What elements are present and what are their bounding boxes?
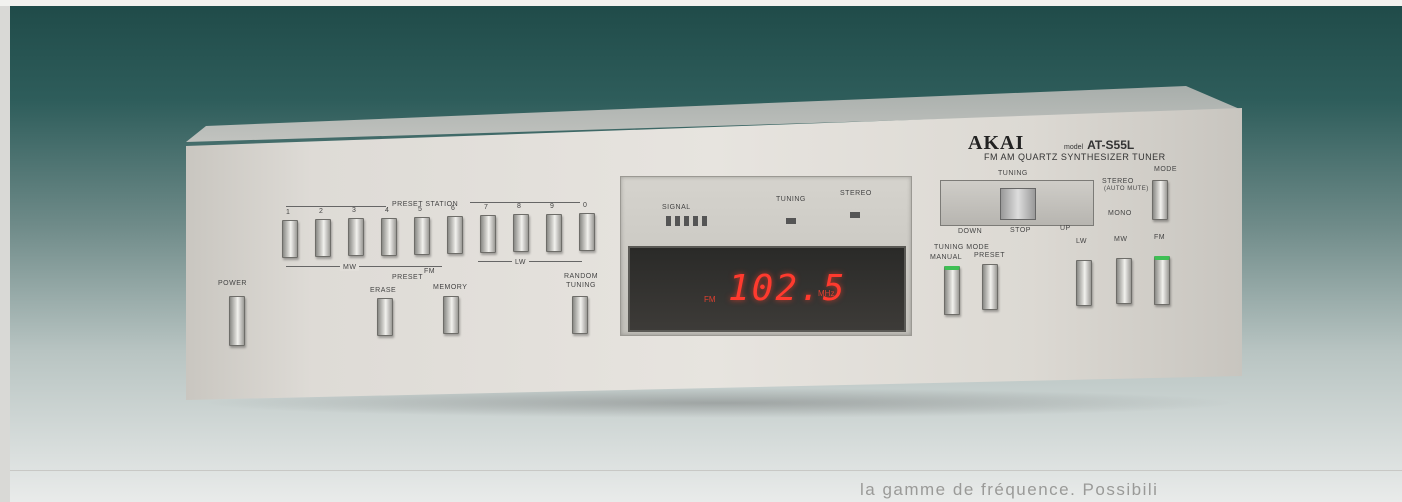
- tuning-down-label: DOWN: [958, 228, 983, 235]
- preset-number-label: 1: [286, 209, 291, 216]
- manual-button[interactable]: [944, 266, 960, 315]
- frequency-unit: MHz: [818, 289, 835, 298]
- mw-range-rule: [286, 266, 442, 267]
- preset-station-button[interactable]: [447, 216, 463, 254]
- stereo-indicator: [850, 212, 860, 218]
- preset-station-button[interactable]: [480, 215, 496, 254]
- signal-meter-bar: [684, 216, 689, 226]
- signal-meter-bar: [702, 216, 707, 226]
- page-caption: la gamme de fréquence. Possibili: [860, 480, 1159, 499]
- power-label: POWER: [218, 280, 247, 287]
- band-indicator: FM: [704, 295, 716, 304]
- preset-station-button[interactable]: [282, 220, 298, 258]
- erase-button[interactable]: [377, 298, 393, 336]
- preset-label: PRESET: [392, 274, 424, 281]
- mw-range-label: MW: [340, 264, 360, 271]
- random-tuning-label: RANDOM TUNING: [563, 273, 599, 289]
- signal-meter-bar: [675, 216, 680, 226]
- tuning-mode-label: TUNING MODE: [934, 244, 990, 251]
- signal-label: SIGNAL: [662, 204, 691, 211]
- preset-number-label: 3: [352, 207, 357, 215]
- frame-border-left: [0, 0, 10, 502]
- preset-station-button[interactable]: [513, 214, 529, 253]
- preset-number-label: 9: [550, 202, 555, 210]
- memory-label: MEMORY: [433, 284, 468, 291]
- erase-label: ERASE: [370, 287, 397, 294]
- model-number: model AT-S55L: [1064, 138, 1134, 152]
- stereo-indicator-label: STEREO: [840, 190, 872, 197]
- preset-station-rule-right: [470, 202, 580, 203]
- tuning-indicator-label: TUNING: [776, 196, 806, 203]
- band-fm-button[interactable]: [1154, 256, 1170, 305]
- preset-number-label: 8: [517, 203, 522, 211]
- product-subtitle: FM AM QUARTZ SYNTHESIZER TUNER: [984, 152, 1166, 162]
- memory-button[interactable]: [443, 296, 459, 334]
- auto-mute-label: (AUTO MUTE): [1104, 186, 1149, 192]
- tuning-label: TUNING: [998, 170, 1028, 177]
- preset-station-label: PRESET STATION: [392, 201, 459, 208]
- preset-station-button[interactable]: [414, 216, 430, 255]
- mono-label: MONO: [1108, 210, 1132, 217]
- lw-range-label: LW: [512, 259, 529, 266]
- power-button[interactable]: [229, 296, 245, 346]
- tuning-indicator: [786, 218, 796, 224]
- frame-border-top: [0, 0, 1402, 6]
- band-mw-label: MW: [1114, 236, 1128, 243]
- preset-station-button[interactable]: [579, 212, 595, 251]
- preset-number-label: 6: [451, 205, 456, 212]
- preset-station-button[interactable]: [546, 213, 562, 252]
- preset-station-button[interactable]: [315, 219, 331, 258]
- model-prefix: model: [1064, 144, 1084, 151]
- band-fm-label: FM: [1154, 234, 1166, 241]
- random-tuning-button[interactable]: [572, 296, 588, 334]
- model-name: AT-S55L: [1087, 138, 1135, 152]
- preset-number-label: 4: [385, 206, 390, 214]
- preset-station-rule-left: [286, 206, 386, 207]
- preset-number-label: 7: [484, 204, 489, 212]
- mode-label: MODE: [1154, 166, 1177, 173]
- preset-station-button[interactable]: [348, 218, 364, 257]
- tuning-knob[interactable]: [1000, 188, 1036, 220]
- fm-range-label: FM: [424, 268, 436, 275]
- preset-station-button[interactable]: [381, 217, 397, 256]
- preset-number-label: 0: [583, 201, 588, 209]
- preset-number-label: 2: [319, 208, 324, 216]
- mode-button[interactable]: [1152, 180, 1168, 220]
- lw-range-rule: [478, 261, 582, 262]
- signal-meter-bar: [693, 216, 698, 226]
- manual-label: MANUAL: [930, 254, 963, 261]
- preset-number-label: 5: [418, 205, 423, 213]
- band-lw-button[interactable]: [1076, 260, 1092, 306]
- tuning-stop-label: STOP: [1010, 227, 1031, 234]
- page-caption-line: [10, 470, 1402, 471]
- preset-mode-label: PRESET: [974, 252, 1006, 259]
- signal-meter-bar: [666, 216, 671, 226]
- band-mw-button[interactable]: [1116, 258, 1132, 304]
- stereo-mode-label: STEREO: [1102, 178, 1134, 185]
- band-lw-label: LW: [1076, 238, 1087, 245]
- preset-mode-button[interactable]: [982, 264, 998, 310]
- tuning-up-label: UP: [1060, 225, 1071, 232]
